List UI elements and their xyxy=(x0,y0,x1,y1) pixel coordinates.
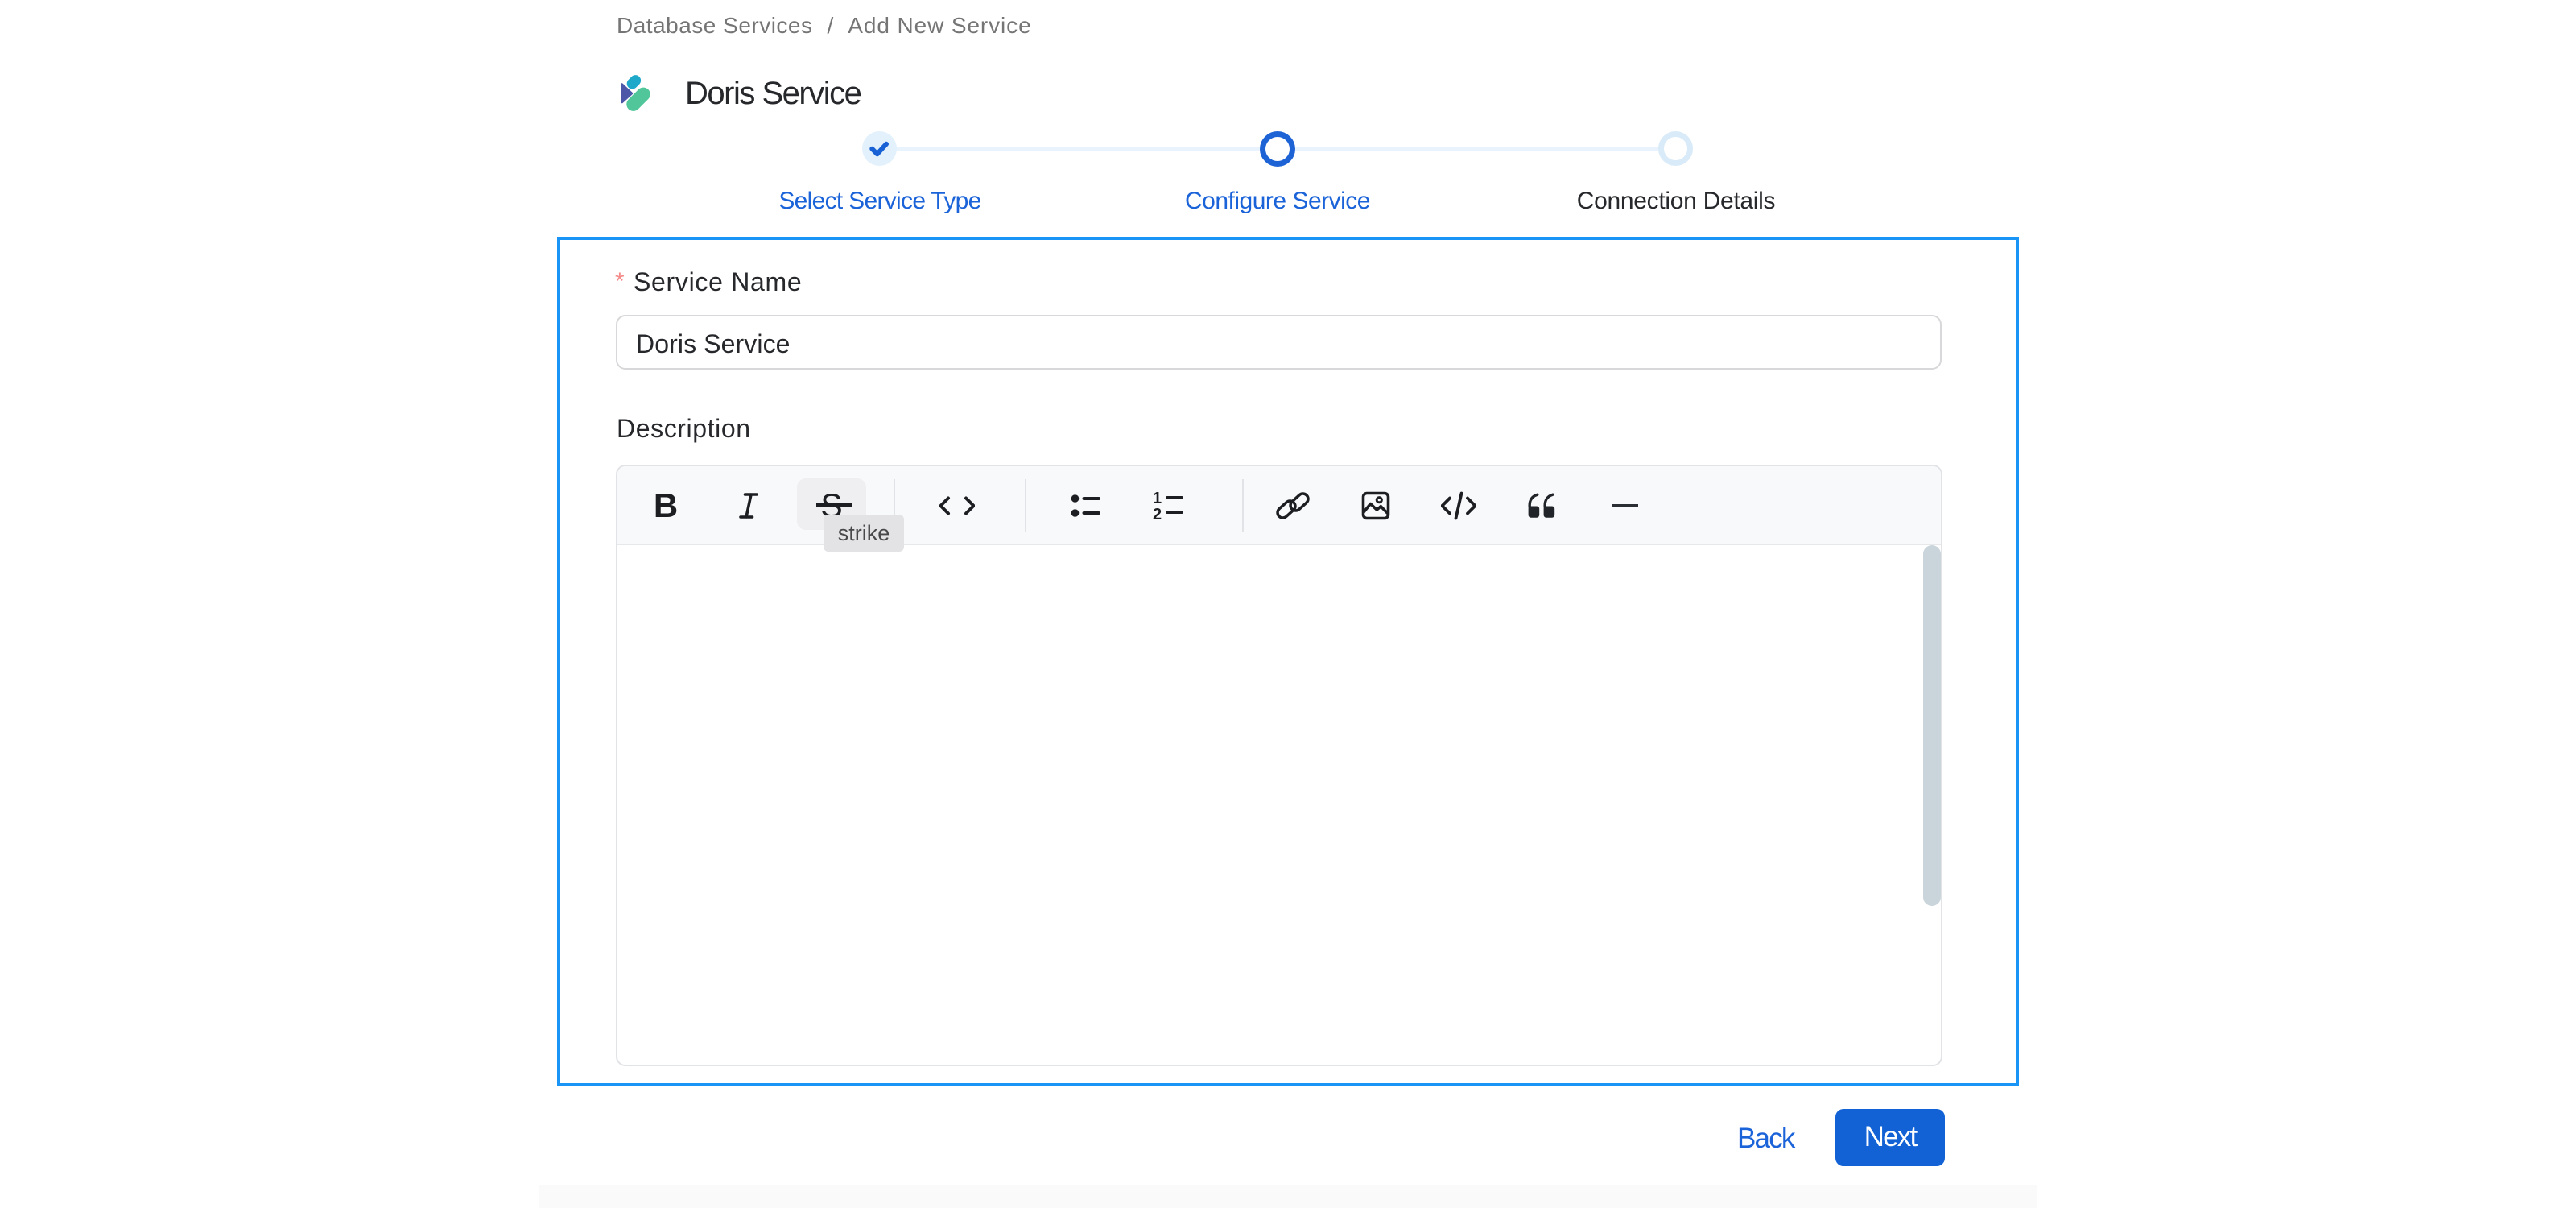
svg-text:2: 2 xyxy=(1153,506,1162,521)
svg-text:1: 1 xyxy=(1153,490,1162,507)
